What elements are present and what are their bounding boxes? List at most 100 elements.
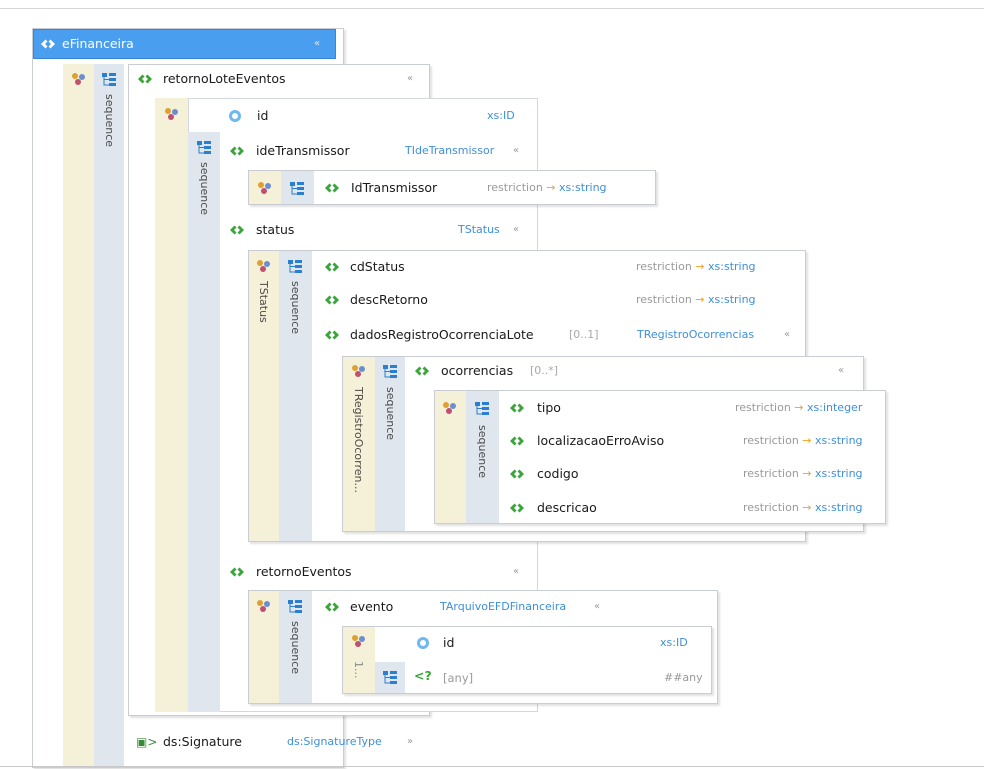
complex-type-label: TRegistroOcorren... bbox=[352, 387, 365, 494]
sequence-label: sequence bbox=[289, 281, 302, 335]
type-label: xs:ID bbox=[487, 109, 515, 122]
element-icon bbox=[508, 433, 526, 449]
element-label[interactable]: evento bbox=[350, 599, 393, 615]
element-icon bbox=[323, 327, 341, 343]
element-label[interactable]: ocorrencias bbox=[441, 363, 513, 379]
sequence-icon bbox=[286, 258, 304, 274]
sequence-bar: sequence bbox=[466, 391, 499, 523]
compositor-bar: TRegistroOcorren... bbox=[343, 357, 375, 531]
any-label[interactable]: [any] bbox=[443, 670, 473, 686]
collapse-icon[interactable]: « bbox=[513, 222, 519, 238]
element-icon bbox=[508, 400, 526, 416]
element-label[interactable]: retornoLoteEventos bbox=[163, 71, 286, 87]
element-icon bbox=[136, 71, 154, 87]
cardinality-label: 1... bbox=[352, 661, 365, 679]
sequence-label: sequence bbox=[476, 425, 489, 479]
element-icon bbox=[413, 363, 431, 379]
sequence-bar: sequence bbox=[279, 251, 312, 541]
restriction-label: restriction → xs:integer bbox=[735, 401, 863, 414]
compositor-icon bbox=[255, 258, 273, 274]
compositor-bar bbox=[155, 98, 188, 712]
sequence-label: sequence bbox=[198, 162, 211, 216]
type-label: TArquivoEFDFinanceira bbox=[440, 600, 567, 613]
element-icon bbox=[228, 143, 246, 159]
element-label[interactable]: ds:Signature bbox=[163, 734, 242, 750]
element-label[interactable]: descricao bbox=[537, 500, 597, 516]
element-icon bbox=[508, 500, 526, 516]
element-label[interactable]: localizacaoErroAviso bbox=[537, 433, 664, 449]
collapse-icon[interactable]: « bbox=[513, 564, 519, 580]
sequence-bar: sequence bbox=[94, 64, 124, 766]
restriction-label: restriction → xs:string bbox=[487, 181, 607, 194]
attribute-label[interactable]: id bbox=[257, 108, 268, 124]
compositor-icon bbox=[255, 598, 273, 614]
complex-type-label: TStatus bbox=[257, 281, 270, 323]
element-label[interactable]: IdTransmissor bbox=[351, 180, 437, 196]
cardinality-label: [0..*] bbox=[530, 364, 559, 377]
collapse-icon[interactable]: « bbox=[513, 143, 519, 159]
any-icon: <? bbox=[414, 668, 432, 683]
restriction-label: restriction → xs:string bbox=[743, 467, 863, 480]
compositor-icon bbox=[441, 400, 459, 416]
collapse-icon[interactable]: « bbox=[594, 599, 600, 615]
sequence-icon bbox=[195, 139, 213, 155]
element-icon bbox=[228, 222, 246, 238]
cardinality-label: [0..1] bbox=[569, 328, 599, 341]
sequence-icon bbox=[286, 598, 304, 614]
attribute-icon bbox=[414, 635, 432, 651]
element-icon bbox=[323, 180, 341, 196]
type-label: ds:SignatureType bbox=[287, 735, 382, 748]
sequence-icon bbox=[381, 363, 399, 379]
compositor-icon bbox=[256, 180, 274, 196]
sequence-bar: sequence bbox=[279, 591, 312, 703]
sequence-icon bbox=[473, 400, 491, 416]
restriction-label: restriction → xs:string bbox=[743, 434, 863, 447]
sequence-icon bbox=[381, 669, 399, 685]
type-label: TStatus bbox=[458, 223, 500, 236]
collapse-icon[interactable]: « bbox=[784, 327, 790, 343]
element-label[interactable]: descRetorno bbox=[350, 292, 428, 308]
sequence-bar bbox=[281, 171, 314, 204]
element-icon bbox=[508, 466, 526, 482]
element-label[interactable]: codigo bbox=[537, 466, 579, 482]
type-label: TIdeTransmissor bbox=[405, 144, 495, 157]
compositor-icon bbox=[350, 363, 368, 379]
element-label[interactable]: retornoEventos bbox=[256, 564, 352, 580]
sequence-icon bbox=[288, 180, 306, 196]
sequence-bar: sequence bbox=[188, 132, 220, 712]
element-label: eFinanceira bbox=[62, 36, 134, 51]
expand-icon[interactable]: » bbox=[407, 734, 413, 750]
element-label[interactable]: cdStatus bbox=[350, 259, 405, 275]
compositor-icon bbox=[350, 633, 368, 649]
element-label[interactable]: dadosRegistroOcorrenciaLote bbox=[350, 327, 534, 343]
attribute-label[interactable]: id bbox=[443, 635, 454, 651]
restriction-label: restriction → xs:string bbox=[636, 260, 756, 273]
element-icon bbox=[323, 599, 341, 615]
compositor-bar bbox=[249, 171, 281, 204]
type-label: ##any bbox=[664, 671, 703, 684]
sequence-label: sequence bbox=[384, 387, 397, 441]
compositor-bar: 1... bbox=[343, 627, 375, 693]
type-label: xs:ID bbox=[660, 636, 688, 649]
compositor-bar bbox=[249, 591, 279, 703]
element-icon bbox=[323, 292, 341, 308]
sequence-label: sequence bbox=[289, 621, 302, 675]
collapse-icon[interactable]: « bbox=[314, 36, 320, 52]
collapse-icon[interactable]: « bbox=[407, 71, 413, 87]
efinanceira-header[interactable]: eFinanceira « bbox=[33, 29, 336, 59]
element-label[interactable]: ideTransmissor bbox=[256, 143, 350, 159]
element-icon bbox=[228, 564, 246, 580]
compositor-bar: TStatus bbox=[249, 251, 279, 541]
element-label[interactable]: status bbox=[256, 222, 294, 238]
type-label: TRegistroOcorrencias bbox=[637, 328, 755, 341]
sequence-bar bbox=[375, 662, 405, 693]
compositor-icon bbox=[70, 71, 88, 87]
compositor-bar bbox=[63, 64, 94, 766]
bottom-separator bbox=[0, 766, 984, 767]
collapse-icon[interactable]: « bbox=[838, 363, 844, 379]
element-label[interactable]: tipo bbox=[537, 400, 561, 416]
element-icon bbox=[323, 259, 341, 275]
signature-icon: ▣> bbox=[136, 735, 158, 749]
sequence-icon bbox=[100, 71, 118, 87]
sequence-label: sequence bbox=[103, 94, 116, 148]
